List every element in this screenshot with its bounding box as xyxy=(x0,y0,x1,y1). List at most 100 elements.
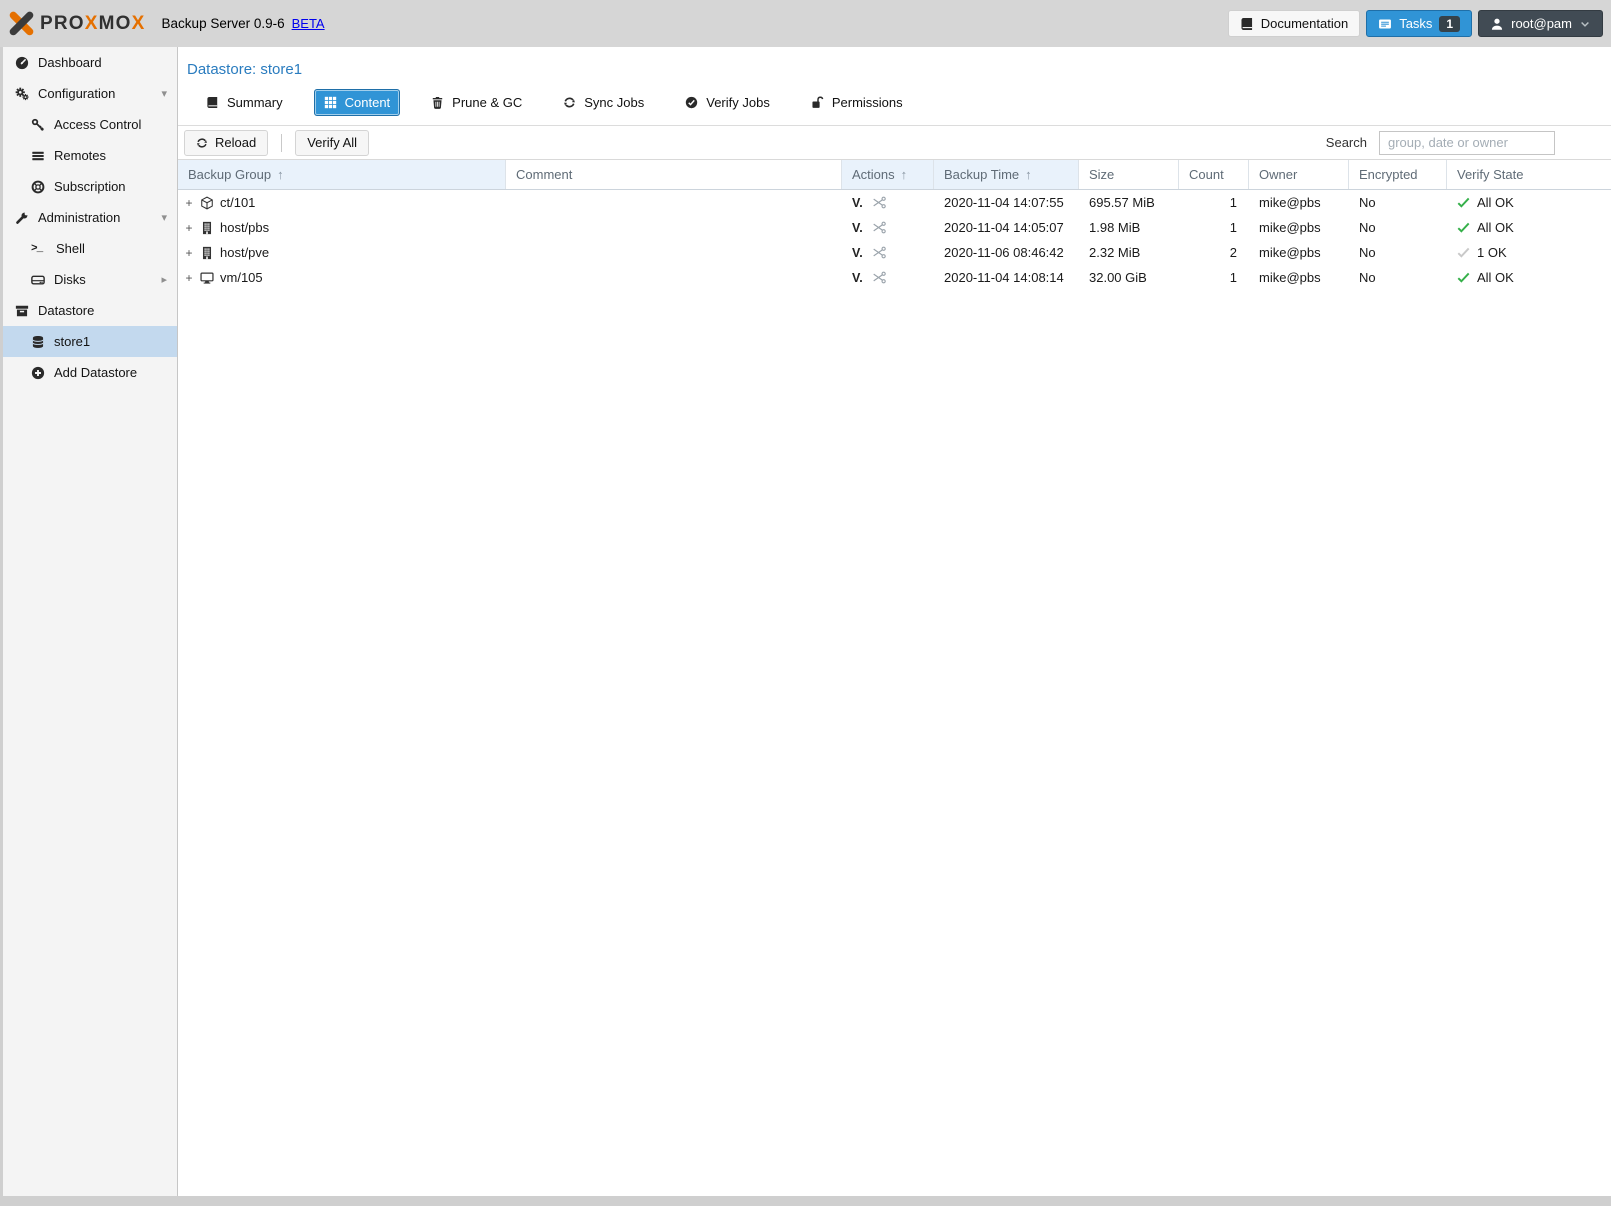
search-label: Search xyxy=(1326,135,1367,150)
col-count[interactable]: Count xyxy=(1179,160,1249,189)
tab-content[interactable]: Content xyxy=(314,89,401,116)
check-circle-icon xyxy=(685,96,698,109)
book-icon xyxy=(1240,17,1254,31)
sidebar-item-store1[interactable]: store1 xyxy=(3,326,177,357)
verify-state-cell: All OK xyxy=(1477,195,1514,210)
col-backup-time[interactable]: Backup Time↑ xyxy=(934,160,1079,189)
archive-box-icon xyxy=(15,304,29,318)
sidebar-item-subscription[interactable]: Subscription xyxy=(3,171,177,202)
count-cell: 1 xyxy=(1179,215,1249,240)
hdd-icon xyxy=(31,273,45,287)
scissors-icon[interactable] xyxy=(872,245,887,260)
tab-summary[interactable]: Summary xyxy=(196,89,293,116)
verify-state-cell: All OK xyxy=(1477,220,1514,235)
beta-link[interactable]: BETA xyxy=(292,16,325,31)
task-list-icon xyxy=(1378,17,1392,31)
sidebar-item-label: Subscription xyxy=(54,179,126,194)
comment-cell xyxy=(506,190,842,215)
sidebar-item-label: Disks xyxy=(54,272,86,287)
sort-asc-icon: ↑ xyxy=(277,167,284,182)
col-actions[interactable]: Actions↑ xyxy=(842,160,934,189)
trash-icon xyxy=(431,96,444,109)
col-label: Size xyxy=(1089,167,1114,182)
sidebar-item-access-control[interactable]: Access Control xyxy=(3,109,177,140)
proxmox-x-icon xyxy=(8,10,35,37)
table-row-ct-101[interactable]: +ct/101 V. 2020-11-04 14:07:55 695.57 Mi… xyxy=(178,190,1611,215)
proxmox-wordmark: PROXMOX xyxy=(40,13,146,35)
main-panel: Datastore: store1 Summary Content Prune … xyxy=(178,47,1611,1196)
building-icon xyxy=(200,221,214,235)
tab-prune-gc[interactable]: Prune & GC xyxy=(421,89,532,116)
verify-action[interactable]: V. xyxy=(852,221,863,235)
col-encrypted[interactable]: Encrypted xyxy=(1349,160,1447,189)
verify-state-cell: 1 OK xyxy=(1477,245,1507,260)
sidebar-item-shell[interactable]: >_ Shell xyxy=(3,233,177,264)
book-icon xyxy=(206,96,219,109)
user-menu-button[interactable]: root@pam xyxy=(1478,10,1603,37)
search-area: Search xyxy=(1326,131,1555,155)
col-size[interactable]: Size xyxy=(1079,160,1179,189)
search-input[interactable] xyxy=(1379,131,1555,155)
sidebar-item-label: Remotes xyxy=(54,148,106,163)
sidebar-item-administration[interactable]: Administration ▾ xyxy=(3,202,177,233)
key-icon xyxy=(31,118,45,132)
sidebar-item-label: Configuration xyxy=(38,86,115,101)
col-label: Owner xyxy=(1259,167,1297,182)
documentation-button[interactable]: Documentation xyxy=(1228,10,1360,37)
expand-icon[interactable]: + xyxy=(184,273,194,283)
comment-cell xyxy=(506,265,842,290)
backup-time-cell: 2020-11-04 14:05:07 xyxy=(934,215,1079,240)
scissors-icon[interactable] xyxy=(872,195,887,210)
sidebar-item-dashboard[interactable]: Dashboard xyxy=(3,47,177,78)
sidebar-item-configuration[interactable]: Configuration ▾ xyxy=(3,78,177,109)
owner-cell: mike@pbs xyxy=(1249,265,1349,290)
collapse-down-icon[interactable]: ▾ xyxy=(161,87,167,100)
scissors-icon[interactable] xyxy=(872,220,887,235)
reload-button[interactable]: Reload xyxy=(184,130,268,156)
content-toolbar: Reload Verify All Search xyxy=(178,126,1611,159)
table-row-host-pbs[interactable]: +host/pbs V. 2020-11-04 14:05:07 1.98 Mi… xyxy=(178,215,1611,240)
tasks-button[interactable]: Tasks 1 xyxy=(1366,10,1472,37)
grid-icon xyxy=(324,96,337,109)
top-bar: PROXMOX Backup Server 0.9-6 BETA Documen… xyxy=(0,0,1611,47)
sidebar-item-add-datastore[interactable]: Add Datastore xyxy=(3,357,177,388)
table-row-host-pve[interactable]: +host/pve V. 2020-11-06 08:46:42 2.32 Mi… xyxy=(178,240,1611,265)
cube-icon xyxy=(200,196,214,210)
col-verify-state[interactable]: Verify State xyxy=(1447,160,1611,189)
proxmox-logo: PROXMOX xyxy=(8,10,146,37)
col-comment[interactable]: Comment xyxy=(506,160,842,189)
owner-cell: mike@pbs xyxy=(1249,240,1349,265)
col-backup-group[interactable]: Backup Group ↑ xyxy=(178,160,506,189)
verify-action[interactable]: V. xyxy=(852,196,863,210)
table-row-vm-105[interactable]: +vm/105 V. 2020-11-04 14:08:14 32.00 GiB… xyxy=(178,265,1611,290)
table-body: +ct/101 V. 2020-11-04 14:07:55 695.57 Mi… xyxy=(178,190,1611,290)
tab-sync-jobs[interactable]: Sync Jobs xyxy=(553,89,654,116)
sidebar-item-label: Dashboard xyxy=(38,55,102,70)
sidebar-item-label: Datastore xyxy=(38,303,94,318)
verify-action[interactable]: V. xyxy=(852,246,863,260)
sidebar-item-disks[interactable]: Disks ▸ xyxy=(3,264,177,295)
verify-all-button[interactable]: Verify All xyxy=(295,130,369,156)
collapse-down-icon[interactable]: ▾ xyxy=(161,211,167,224)
sidebar-item-label: store1 xyxy=(54,334,90,349)
col-owner[interactable]: Owner xyxy=(1249,160,1349,189)
col-label: Backup Group xyxy=(188,167,271,182)
user-icon xyxy=(1490,17,1504,31)
col-label: Backup Time xyxy=(944,167,1019,182)
sidebar-item-remotes[interactable]: Remotes xyxy=(3,140,177,171)
size-cell: 2.32 MiB xyxy=(1079,240,1179,265)
verify-action[interactable]: V. xyxy=(852,271,863,285)
sidebar-item-datastore[interactable]: Datastore xyxy=(3,295,177,326)
expand-right-icon[interactable]: ▸ xyxy=(161,273,167,286)
expand-icon[interactable]: + xyxy=(184,248,194,258)
tab-label: Sync Jobs xyxy=(584,95,644,110)
tab-verify-jobs[interactable]: Verify Jobs xyxy=(675,89,780,116)
tab-permissions[interactable]: Permissions xyxy=(801,89,913,116)
terminal-icon: >_ xyxy=(31,243,47,255)
backup-time-cell: 2020-11-04 14:07:55 xyxy=(934,190,1079,215)
scissors-icon[interactable] xyxy=(872,270,887,285)
expand-icon[interactable]: + xyxy=(184,223,194,233)
encrypted-cell: No xyxy=(1349,240,1447,265)
expand-icon[interactable]: + xyxy=(184,198,194,208)
backup-time-cell: 2020-11-06 08:46:42 xyxy=(934,240,1079,265)
